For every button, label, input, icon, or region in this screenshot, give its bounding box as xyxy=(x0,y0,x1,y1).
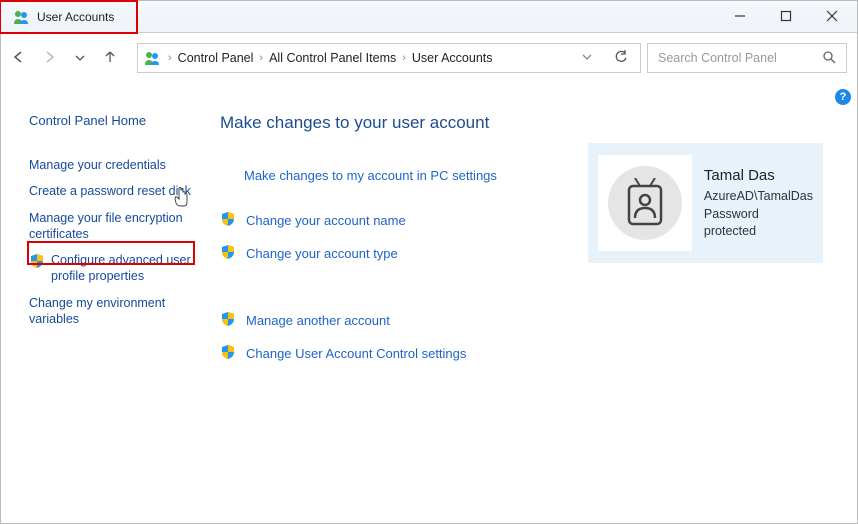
shield-icon xyxy=(220,244,236,263)
user-domain: AzureAD\TamalDas xyxy=(704,188,813,206)
link-label: Change your account name xyxy=(246,213,406,228)
avatar-icon xyxy=(608,166,682,240)
window-title: User Accounts xyxy=(37,10,114,24)
search-input[interactable]: Search Control Panel xyxy=(647,43,847,73)
user-accounts-icon xyxy=(13,10,31,24)
sidebar-link-file-encryption[interactable]: Manage your file encryption certificates xyxy=(29,205,196,248)
user-name: Tamal Das xyxy=(704,165,813,186)
search-icon xyxy=(822,50,836,67)
back-button[interactable] xyxy=(11,50,25,67)
sidebar-link-label: Configure advanced user profile properti… xyxy=(51,253,191,283)
link-label: Manage another account xyxy=(246,313,390,328)
titlebar: User Accounts xyxy=(1,1,857,33)
avatar-box xyxy=(598,155,692,251)
link-label: Change User Account Control settings xyxy=(246,346,466,361)
shield-icon xyxy=(220,344,236,363)
link-label: Make changes to my account in PC setting… xyxy=(244,168,497,183)
breadcrumb-item[interactable]: All Control Panel Items xyxy=(269,51,396,65)
shield-icon xyxy=(220,311,236,330)
chevron-right-icon: › xyxy=(168,52,172,64)
page-heading: Make changes to your user account xyxy=(220,113,837,133)
link-uac-settings[interactable]: Change User Account Control settings xyxy=(220,337,837,370)
recent-dropdown[interactable] xyxy=(75,50,85,66)
sidebar-link-reset-disk[interactable]: Create a password reset disk xyxy=(29,178,196,204)
sidebar: Control Panel Home Manage your credentia… xyxy=(1,83,206,523)
help-icon[interactable]: ? xyxy=(835,89,851,105)
toolbar: › Control Panel › All Control Panel Item… xyxy=(1,33,857,83)
up-button[interactable] xyxy=(103,50,117,67)
link-label: Change your account type xyxy=(246,246,398,261)
address-dropdown[interactable] xyxy=(582,51,592,65)
user-accounts-icon xyxy=(144,51,162,65)
sidebar-link-env-vars[interactable]: Change my environment variables xyxy=(29,290,196,333)
shield-icon xyxy=(220,211,236,230)
chevron-right-icon: › xyxy=(402,52,406,64)
forward-button[interactable] xyxy=(43,50,57,67)
refresh-button[interactable] xyxy=(614,50,628,67)
user-card: Tamal Das AzureAD\TamalDas Password prot… xyxy=(588,143,823,263)
maximize-button[interactable] xyxy=(777,9,795,25)
breadcrumb-item[interactable]: User Accounts xyxy=(412,51,493,65)
main-content: ? Make changes to your user account Make… xyxy=(206,83,857,523)
close-button[interactable] xyxy=(823,9,841,25)
user-status: Password protected xyxy=(704,206,813,241)
sidebar-link-advanced-profile[interactable]: Configure advanced user profile properti… xyxy=(29,247,196,290)
link-manage-another[interactable]: Manage another account xyxy=(220,304,837,337)
control-panel-home-link[interactable]: Control Panel Home xyxy=(29,113,196,128)
address-bar[interactable]: › Control Panel › All Control Panel Item… xyxy=(137,43,641,73)
search-placeholder: Search Control Panel xyxy=(658,51,777,65)
sidebar-link-manage-credentials[interactable]: Manage your credentials xyxy=(29,152,196,178)
minimize-button[interactable] xyxy=(731,9,749,25)
shield-icon xyxy=(29,253,45,273)
breadcrumb-item[interactable]: Control Panel xyxy=(178,51,254,65)
chevron-right-icon: › xyxy=(259,52,263,64)
